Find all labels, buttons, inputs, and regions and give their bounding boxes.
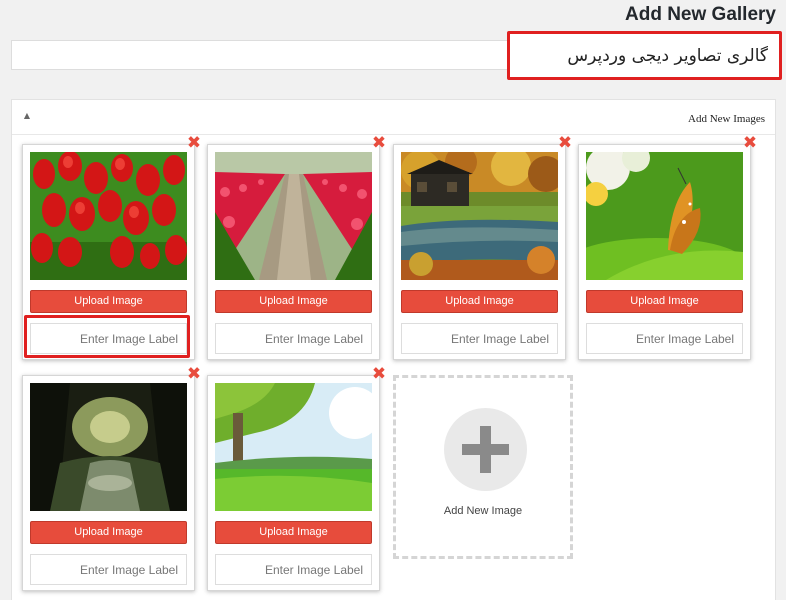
collapse-toggle-icon[interactable]: ▲ [21, 110, 33, 122]
image-card: Upload Image ✖ [207, 366, 386, 591]
image-card: Upload Image ✖ [578, 135, 757, 360]
image-label-input[interactable] [30, 323, 187, 354]
image-butterfly-on-leaf [586, 152, 743, 280]
thumbnail-tulip-field-path [215, 152, 372, 280]
add-new-image-button[interactable]: Add New Image [393, 375, 573, 559]
upload-image-button[interactable]: Upload Image [215, 521, 372, 544]
upload-image-button[interactable]: Upload Image [30, 521, 187, 544]
page-title: Add New Gallery [625, 4, 776, 25]
thumbnail-red-tulips [30, 152, 187, 280]
plus-icon [444, 408, 527, 491]
thumbnail-butterfly-on-leaf [586, 152, 743, 280]
image-dark-forest-stream [30, 383, 187, 511]
image-label-input[interactable] [30, 554, 187, 585]
image-card: Upload Image ✖ [22, 135, 201, 360]
thumbnail-autumn-cabin-lake [401, 152, 558, 280]
upload-image-button[interactable]: Upload Image [401, 290, 558, 313]
image-tulip-field-path [215, 152, 372, 280]
upload-image-button[interactable]: Upload Image [215, 290, 372, 313]
remove-image-icon[interactable]: ✖ [371, 366, 387, 383]
image-label-input[interactable] [215, 323, 372, 354]
image-red-tulips [30, 152, 187, 280]
gallery-title-input[interactable] [514, 38, 776, 73]
image-autumn-cabin-lake [401, 152, 558, 280]
panel-title: Add New Images [688, 113, 765, 125]
remove-image-icon[interactable]: ✖ [557, 135, 573, 152]
image-card: Upload Image ✖ [393, 135, 572, 360]
add-new-image-label: Add New Image [443, 505, 523, 517]
remove-image-icon[interactable]: ✖ [742, 135, 758, 152]
upload-image-button[interactable]: Upload Image [586, 290, 743, 313]
image-green-meadow-tree [215, 383, 372, 511]
thumbnail-green-meadow-tree [215, 383, 372, 511]
remove-image-icon[interactable]: ✖ [186, 135, 202, 152]
remove-image-icon[interactable]: ✖ [186, 366, 202, 383]
upload-image-button[interactable]: Upload Image [30, 290, 187, 313]
image-card: Upload Image ✖ [207, 135, 386, 360]
panel-header: ▲ Add New Images [12, 100, 775, 135]
remove-image-icon[interactable]: ✖ [371, 135, 387, 152]
thumbnail-dark-forest-stream [30, 383, 187, 511]
image-label-input[interactable] [215, 554, 372, 585]
image-label-input[interactable] [401, 323, 558, 354]
image-label-input[interactable] [586, 323, 743, 354]
image-card: Upload Image ✖ [22, 366, 201, 591]
